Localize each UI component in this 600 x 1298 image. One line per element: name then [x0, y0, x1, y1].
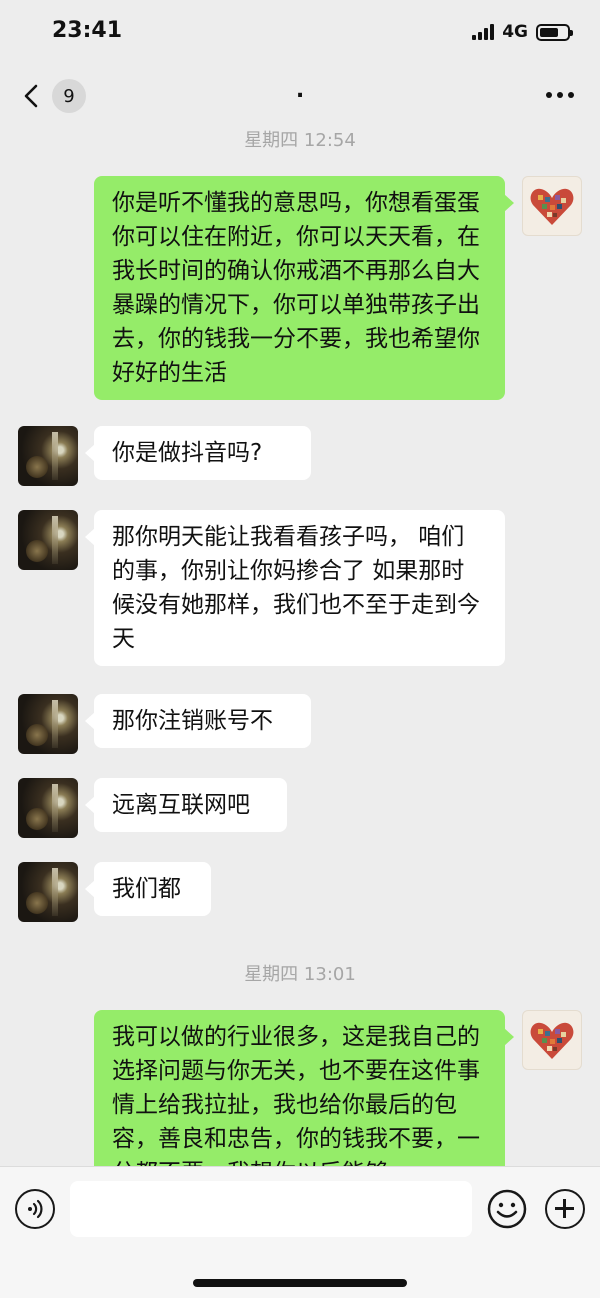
chat-header: 9 . [0, 66, 600, 126]
unread-badge: 9 [52, 79, 86, 113]
voice-button[interactable] [15, 1189, 55, 1229]
message-bubble-incoming[interactable]: 那你注销账号不 [85, 694, 311, 748]
plus-circle-icon[interactable] [545, 1189, 585, 1229]
message-timestamp: 星期四 12:54 [244, 130, 356, 151]
contact-avatar[interactable] [18, 694, 78, 754]
more-options-icon[interactable] [546, 92, 574, 98]
heart-mosaic-image [530, 1022, 574, 1059]
message-list[interactable]: 星期四 12:54 你是听不懂我的意思吗，你想看蛋蛋你可以住在附近，你可以天天看… [0, 126, 600, 1166]
message-bubble-incoming[interactable]: 远离互联网吧 [85, 778, 287, 832]
network-type: 4G [502, 22, 528, 42]
home-indicator [193, 1279, 407, 1287]
signal-icon [472, 24, 495, 40]
chat-title: . [295, 78, 305, 103]
back-button[interactable]: 9 [18, 76, 86, 116]
input-bar [0, 1166, 600, 1298]
message-bubble-outgoing[interactable]: 你是听不懂我的意思吗，你想看蛋蛋你可以住在附近，你可以天天看，在我长时间的确认你… [94, 176, 514, 400]
contact-avatar[interactable] [18, 778, 78, 838]
status-indicators: 4G [472, 20, 573, 44]
my-avatar[interactable] [522, 1010, 582, 1070]
message-bubble-incoming[interactable]: 我们都 [85, 862, 211, 916]
heart-mosaic-image [530, 188, 574, 225]
status-bar: 23:41 4G [0, 0, 600, 66]
voice-icon [28, 1199, 43, 1219]
contact-avatar[interactable] [18, 510, 78, 570]
message-bubble-incoming[interactable]: 你是做抖音吗? [85, 426, 311, 480]
battery-icon [536, 23, 573, 41]
contact-avatar[interactable] [18, 862, 78, 922]
chevron-left-icon [24, 84, 38, 108]
message-timestamp: 星期四 13:01 [244, 964, 356, 985]
message-input[interactable] [70, 1181, 472, 1237]
message-bubble-outgoing[interactable]: 我可以做的行业很多，这是我自己的选择问题与你无关，也不要在这件事情上给我拉扯，我… [94, 1010, 514, 1166]
message-bubble-incoming[interactable]: 那你明天能让我看看孩子吗， 咱们的事，你别让你妈掺合了 如果那时候没有她那样，我… [85, 510, 505, 666]
emoji-icon[interactable] [487, 1189, 527, 1229]
status-time: 23:41 [52, 18, 123, 43]
contact-avatar[interactable] [18, 426, 78, 486]
my-avatar[interactable] [522, 176, 582, 236]
